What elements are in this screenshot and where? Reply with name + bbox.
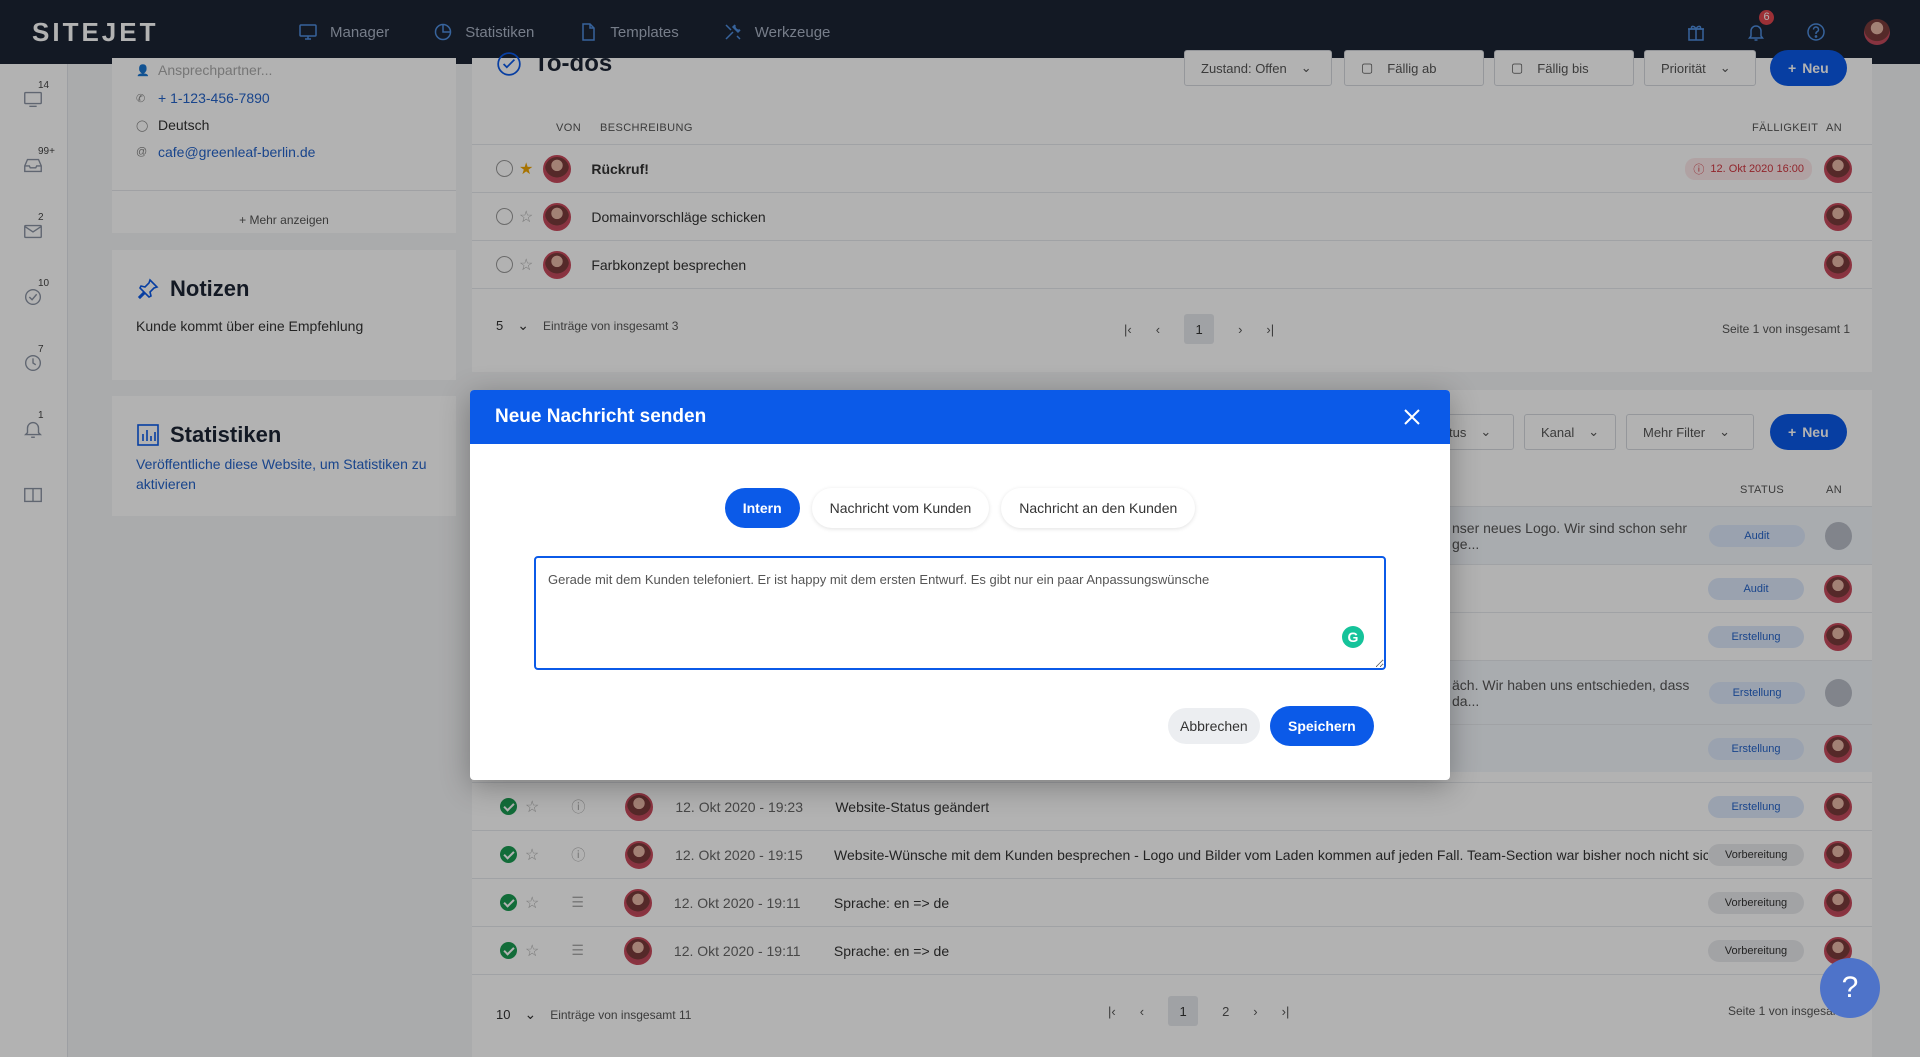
cancel-button[interactable]: Abbrechen	[1168, 708, 1260, 744]
dialog-header: Neue Nachricht senden	[470, 390, 1450, 444]
tab-message-to-customer[interactable]: Nachricht an den Kunden	[1001, 488, 1196, 528]
tab-message-from-customer[interactable]: Nachricht vom Kunden	[811, 488, 990, 528]
close-icon[interactable]	[1400, 405, 1424, 429]
help-button[interactable]: ?	[1820, 958, 1880, 1018]
tab-intern[interactable]: Intern	[724, 488, 800, 528]
new-message-dialog: Neue Nachricht senden Intern Nachricht v…	[470, 390, 1450, 780]
message-type-tabs: Intern Nachricht vom Kunden Nachricht an…	[470, 488, 1450, 528]
dialog-title: Neue Nachricht senden	[495, 406, 707, 427]
grammarly-icon[interactable]: G	[1342, 626, 1364, 648]
message-textarea[interactable]: Gerade mit dem Kunden telefoniert. Er is…	[534, 556, 1386, 670]
save-button[interactable]: Speichern	[1270, 706, 1374, 746]
